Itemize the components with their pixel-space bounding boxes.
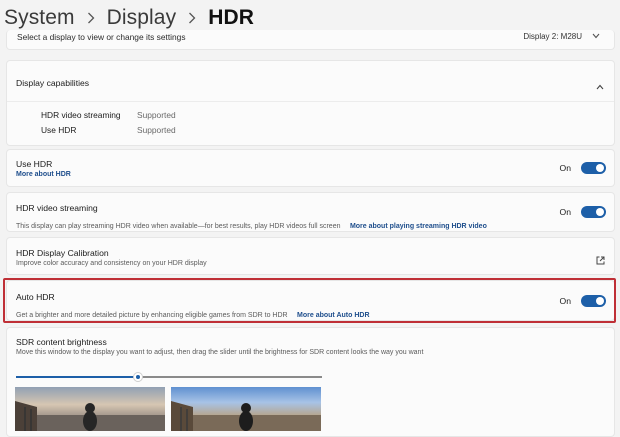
toggle-knob bbox=[596, 164, 604, 172]
capability-value: Supported bbox=[137, 124, 176, 135]
chevron-right-icon bbox=[188, 12, 196, 24]
breadcrumb: System Display HDR bbox=[4, 4, 254, 32]
external-link-icon[interactable] bbox=[596, 252, 605, 270]
select-display-label: Select a display to view or change its s… bbox=[17, 32, 186, 42]
capabilities-header[interactable]: Display capabilities bbox=[7, 61, 614, 101]
use-hdr-toggle-group: On bbox=[560, 162, 606, 174]
slider-fill bbox=[16, 376, 139, 378]
auto-hdr-highlight bbox=[3, 278, 616, 323]
sdr-preview-image bbox=[15, 387, 165, 431]
chevron-up-icon[interactable] bbox=[596, 77, 604, 95]
use-hdr-state: On bbox=[559, 163, 571, 173]
use-hdr-title: Use HDR bbox=[16, 159, 53, 169]
capabilities-list: HDR video streaming Supported Use HDR Su… bbox=[41, 107, 176, 137]
hdr-calibration-row[interactable]: HDR Display Calibration Improve color ac… bbox=[6, 237, 615, 275]
hdr-video-state: On bbox=[559, 207, 571, 217]
more-about-hdr-video-link[interactable]: More about playing streaming HDR video bbox=[350, 223, 487, 230]
capability-label: HDR video streaming bbox=[41, 109, 121, 120]
hdr-video-title: HDR video streaming bbox=[16, 203, 98, 213]
page-title: HDR bbox=[208, 6, 254, 29]
display-dropdown[interactable]: Display 2: M28U bbox=[523, 32, 600, 41]
display-dropdown-value: Display 2: M28U bbox=[523, 32, 582, 41]
use-hdr-toggle[interactable] bbox=[581, 162, 606, 174]
breadcrumb-display[interactable]: Display bbox=[107, 6, 177, 30]
capabilities-title: Display capabilities bbox=[16, 78, 90, 88]
chevron-right-icon bbox=[87, 12, 95, 24]
sdr-title: SDR content brightness bbox=[16, 337, 107, 347]
more-about-hdr-link[interactable]: More about HDR bbox=[16, 171, 71, 178]
hdr-video-toggle-group: On bbox=[560, 206, 606, 218]
breadcrumb-system[interactable]: System bbox=[4, 6, 75, 30]
capability-label: Use HDR bbox=[41, 124, 77, 135]
sdr-brightness-slider[interactable] bbox=[16, 372, 322, 382]
hdr-video-desc: This display can play streaming HDR vide… bbox=[16, 223, 341, 230]
capability-value: Supported bbox=[137, 109, 176, 120]
slider-thumb-dot bbox=[136, 375, 141, 379]
capabilities-card: Display capabilities HDR video streaming… bbox=[6, 60, 615, 146]
capability-row: Use HDR Supported bbox=[41, 122, 176, 137]
chevron-down-icon bbox=[592, 32, 600, 41]
capability-row: HDR video streaming Supported bbox=[41, 107, 176, 122]
select-display-row: Select a display to view or change its s… bbox=[6, 30, 615, 50]
hdr-preview-image bbox=[171, 387, 321, 431]
use-hdr-row: Use HDR More about HDR On bbox=[6, 149, 615, 187]
calibration-title: HDR Display Calibration bbox=[16, 248, 109, 258]
hdr-video-streaming-row: HDR video streaming This display can pla… bbox=[6, 192, 615, 232]
calibration-desc: Improve color accuracy and consistency o… bbox=[16, 260, 207, 267]
hdr-video-toggle[interactable] bbox=[581, 206, 606, 218]
sdr-desc: Move this window to the display you want… bbox=[16, 349, 424, 356]
hdr-video-desc-line: This display can play streaming HDR vide… bbox=[16, 215, 487, 233]
toggle-knob bbox=[596, 208, 604, 216]
